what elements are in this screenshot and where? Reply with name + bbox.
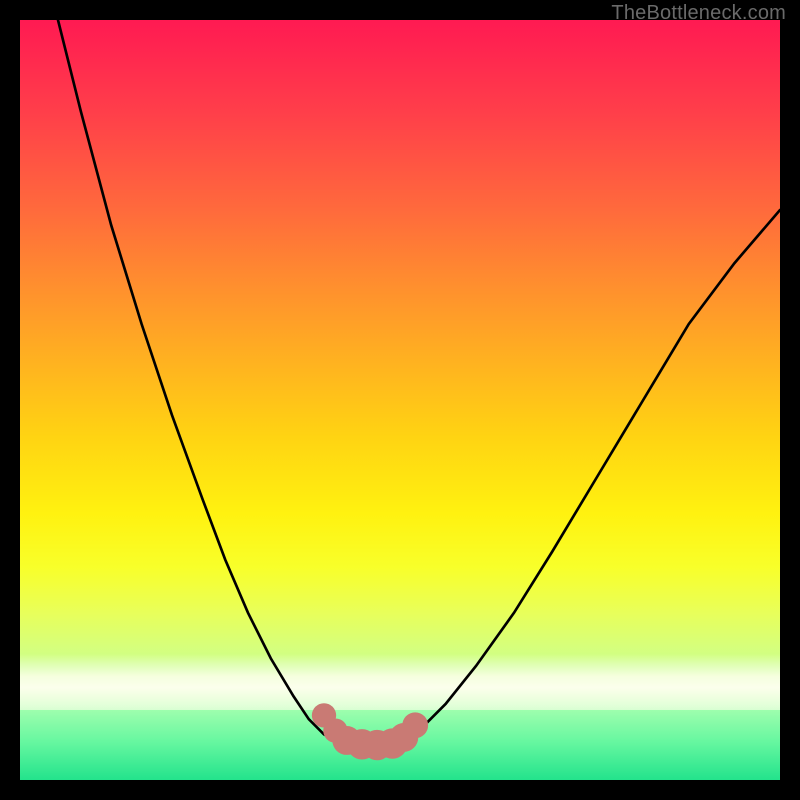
stage: TheBottleneck.com: [0, 0, 800, 800]
marker-point: [362, 730, 392, 760]
marker-point: [323, 718, 347, 742]
marker-point: [332, 726, 361, 755]
left-curve: [58, 20, 339, 742]
highlight-band: [20, 654, 780, 710]
right-curve: [400, 210, 780, 742]
highlight-markers: [312, 703, 428, 760]
marker-point: [402, 712, 428, 738]
floor-curve: [339, 742, 400, 746]
marker-point: [389, 723, 418, 752]
chart-plot-area: [20, 20, 780, 780]
marker-point: [347, 729, 377, 759]
chart-svg: [20, 20, 780, 780]
marker-point: [312, 703, 336, 727]
marker-point: [377, 728, 407, 758]
